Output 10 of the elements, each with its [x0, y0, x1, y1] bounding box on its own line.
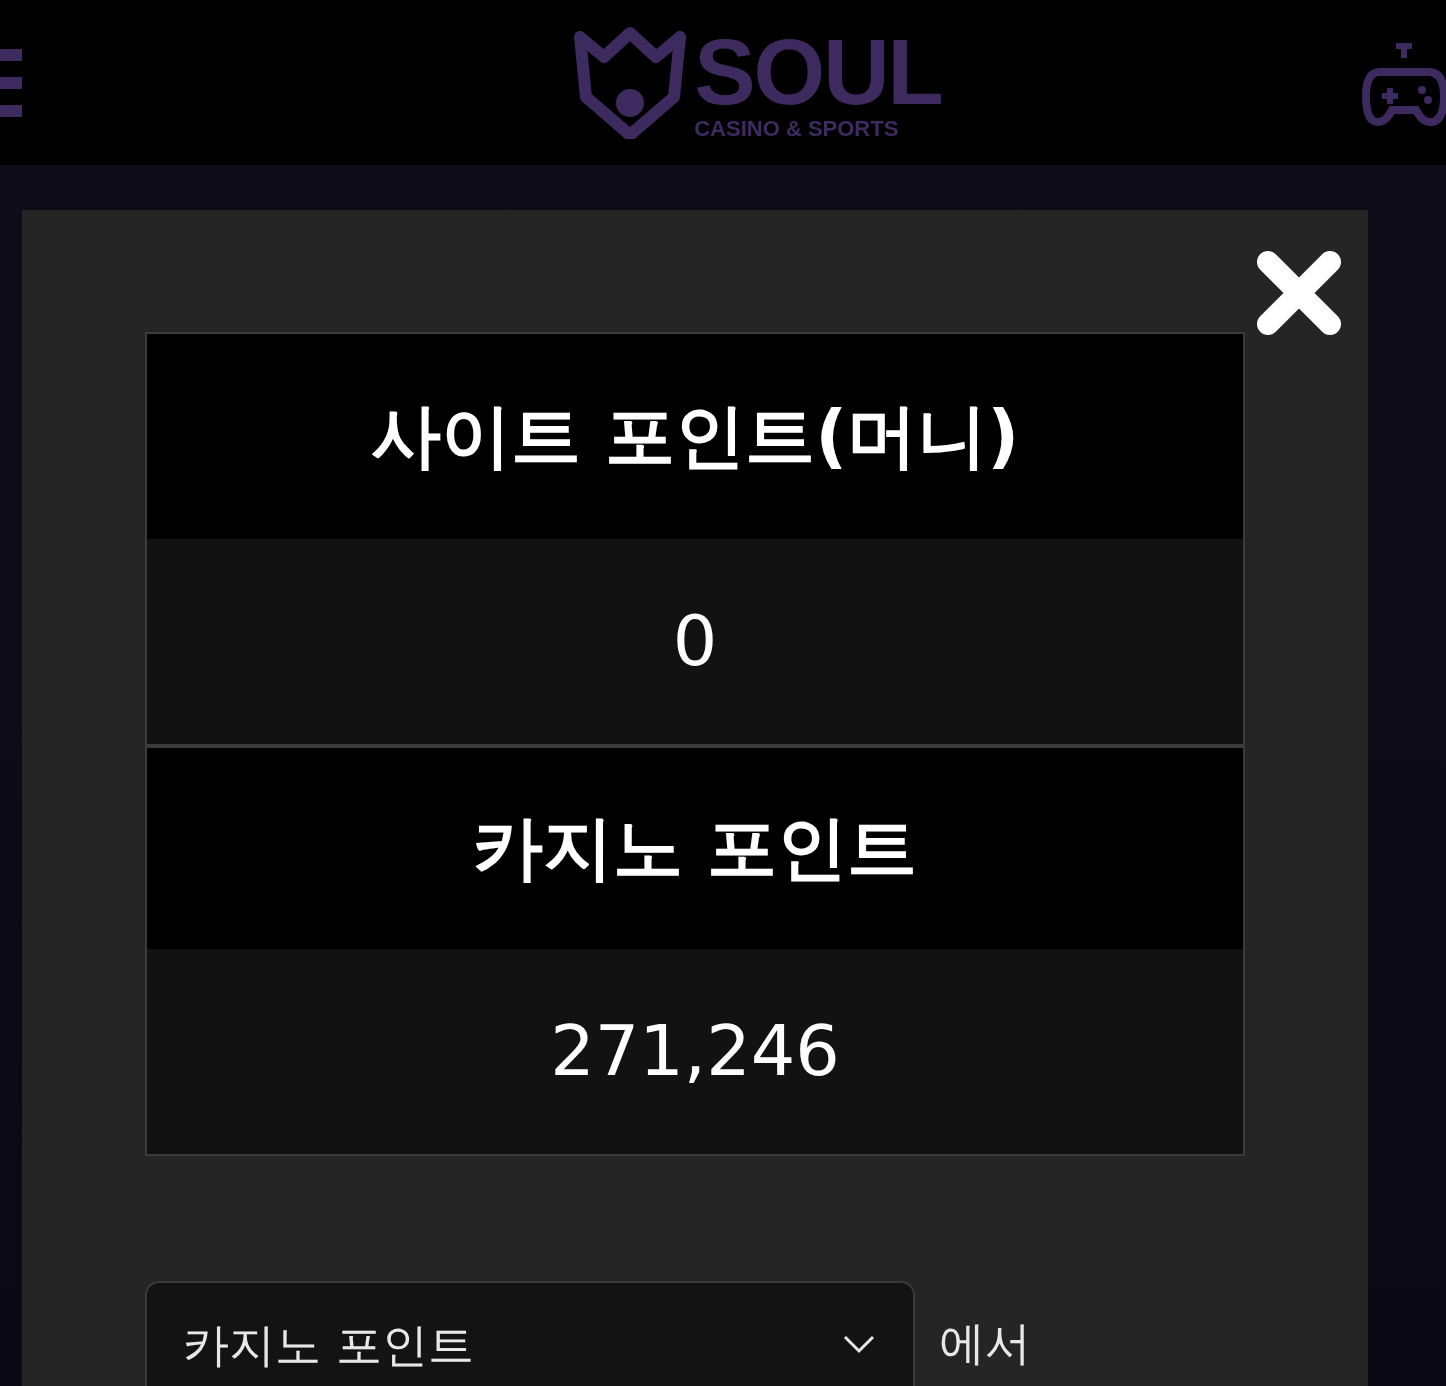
point-value: 0	[672, 599, 718, 684]
select-suffix: 에서	[939, 1315, 1031, 1372]
point-label: 카지노 포인트	[472, 806, 918, 891]
crown-shield-icon	[574, 26, 687, 139]
close-button[interactable]	[1254, 248, 1344, 338]
point-label: 사이트 포인트(머니)	[370, 394, 1020, 479]
logo-subtitle: CASINO & SPORTS	[694, 117, 900, 140]
source-select[interactable]: 카지노 포인트	[145, 1281, 915, 1386]
point-value: 271,246	[550, 1009, 840, 1094]
logo-title: SOUL	[694, 25, 942, 118]
